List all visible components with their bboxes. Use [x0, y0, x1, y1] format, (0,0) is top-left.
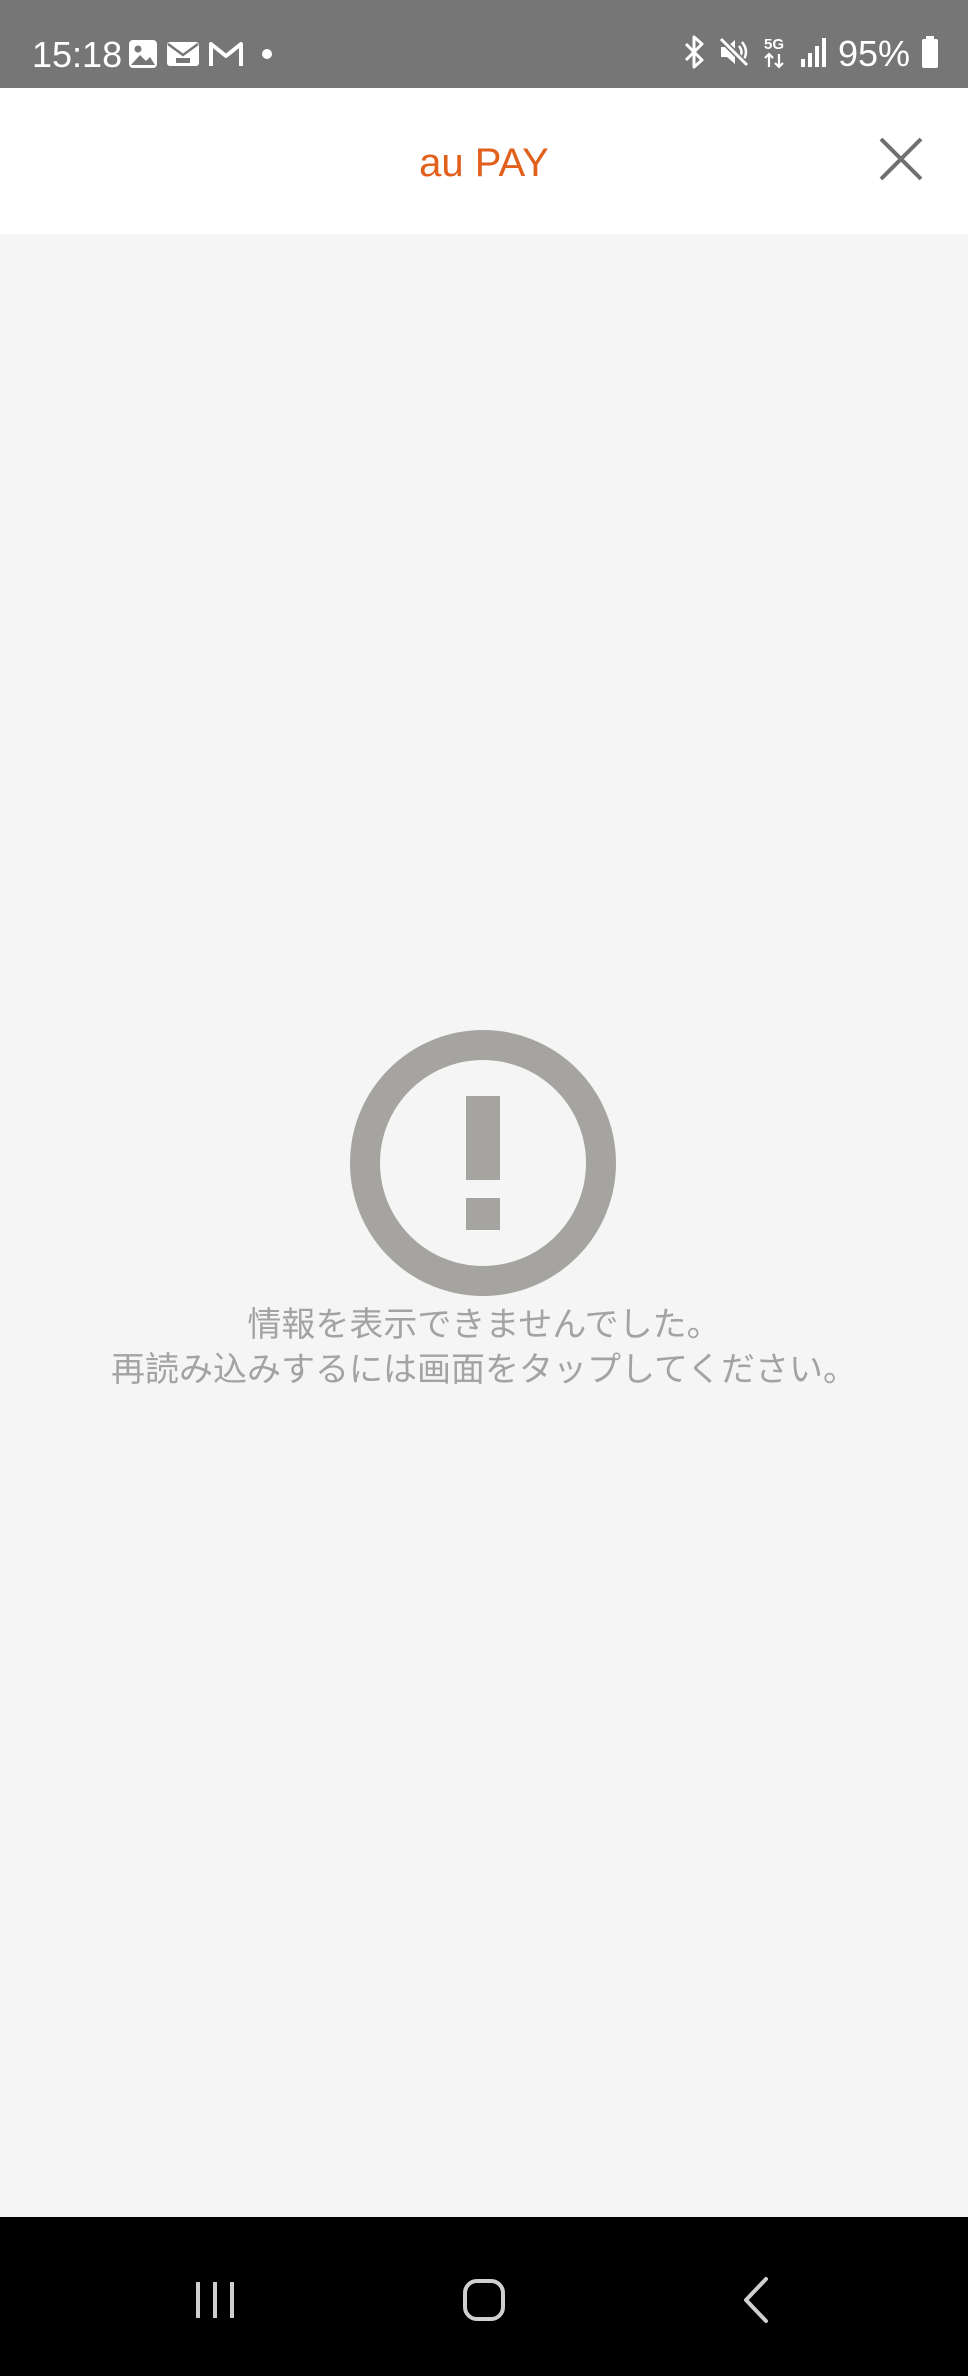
battery-icon: [920, 34, 940, 74]
gmail-icon: [208, 39, 244, 73]
exclamation-circle-icon: [348, 1028, 618, 1298]
au-mail-icon: [166, 39, 200, 73]
reload-tap-area[interactable]: 情報を表示できませんでした。 再読み込みするには画面をタップしてください。: [0, 234, 968, 2217]
back-button[interactable]: [706, 2257, 806, 2347]
error-message-line1: 情報を表示できませんでした。: [247, 1305, 721, 1345]
bluetooth-icon: [680, 34, 708, 74]
error-message-line2: 再読み込みするには画面をタップしてください。: [111, 1350, 857, 1390]
status-time: 15:18: [32, 34, 123, 75]
system-nav-bar: [0, 2217, 968, 2376]
close-button[interactable]: [856, 116, 946, 206]
home-button[interactable]: [434, 2257, 534, 2347]
status-left-icons: [128, 38, 282, 74]
svg-text:5G: 5G: [764, 36, 784, 53]
5g-icon: 5G: [760, 34, 788, 74]
app-header: au PAY: [0, 88, 968, 234]
dot-icon: [252, 39, 282, 73]
status-right-icons: 5G 95%: [680, 34, 940, 74]
gallery-icon: [128, 39, 158, 73]
battery-percentage: 95%: [837, 33, 910, 74]
header-title: au PAY: [419, 141, 549, 185]
mute-icon: [717, 34, 751, 74]
back-icon: [736, 2275, 776, 2329]
recent-apps-icon: [190, 2278, 240, 2326]
close-icon: [878, 136, 924, 186]
status-bar: 15:18 5G 95%: [0, 0, 968, 88]
home-icon: [461, 2277, 507, 2327]
signal-icon: [798, 34, 828, 74]
recent-apps-button[interactable]: [165, 2257, 265, 2347]
